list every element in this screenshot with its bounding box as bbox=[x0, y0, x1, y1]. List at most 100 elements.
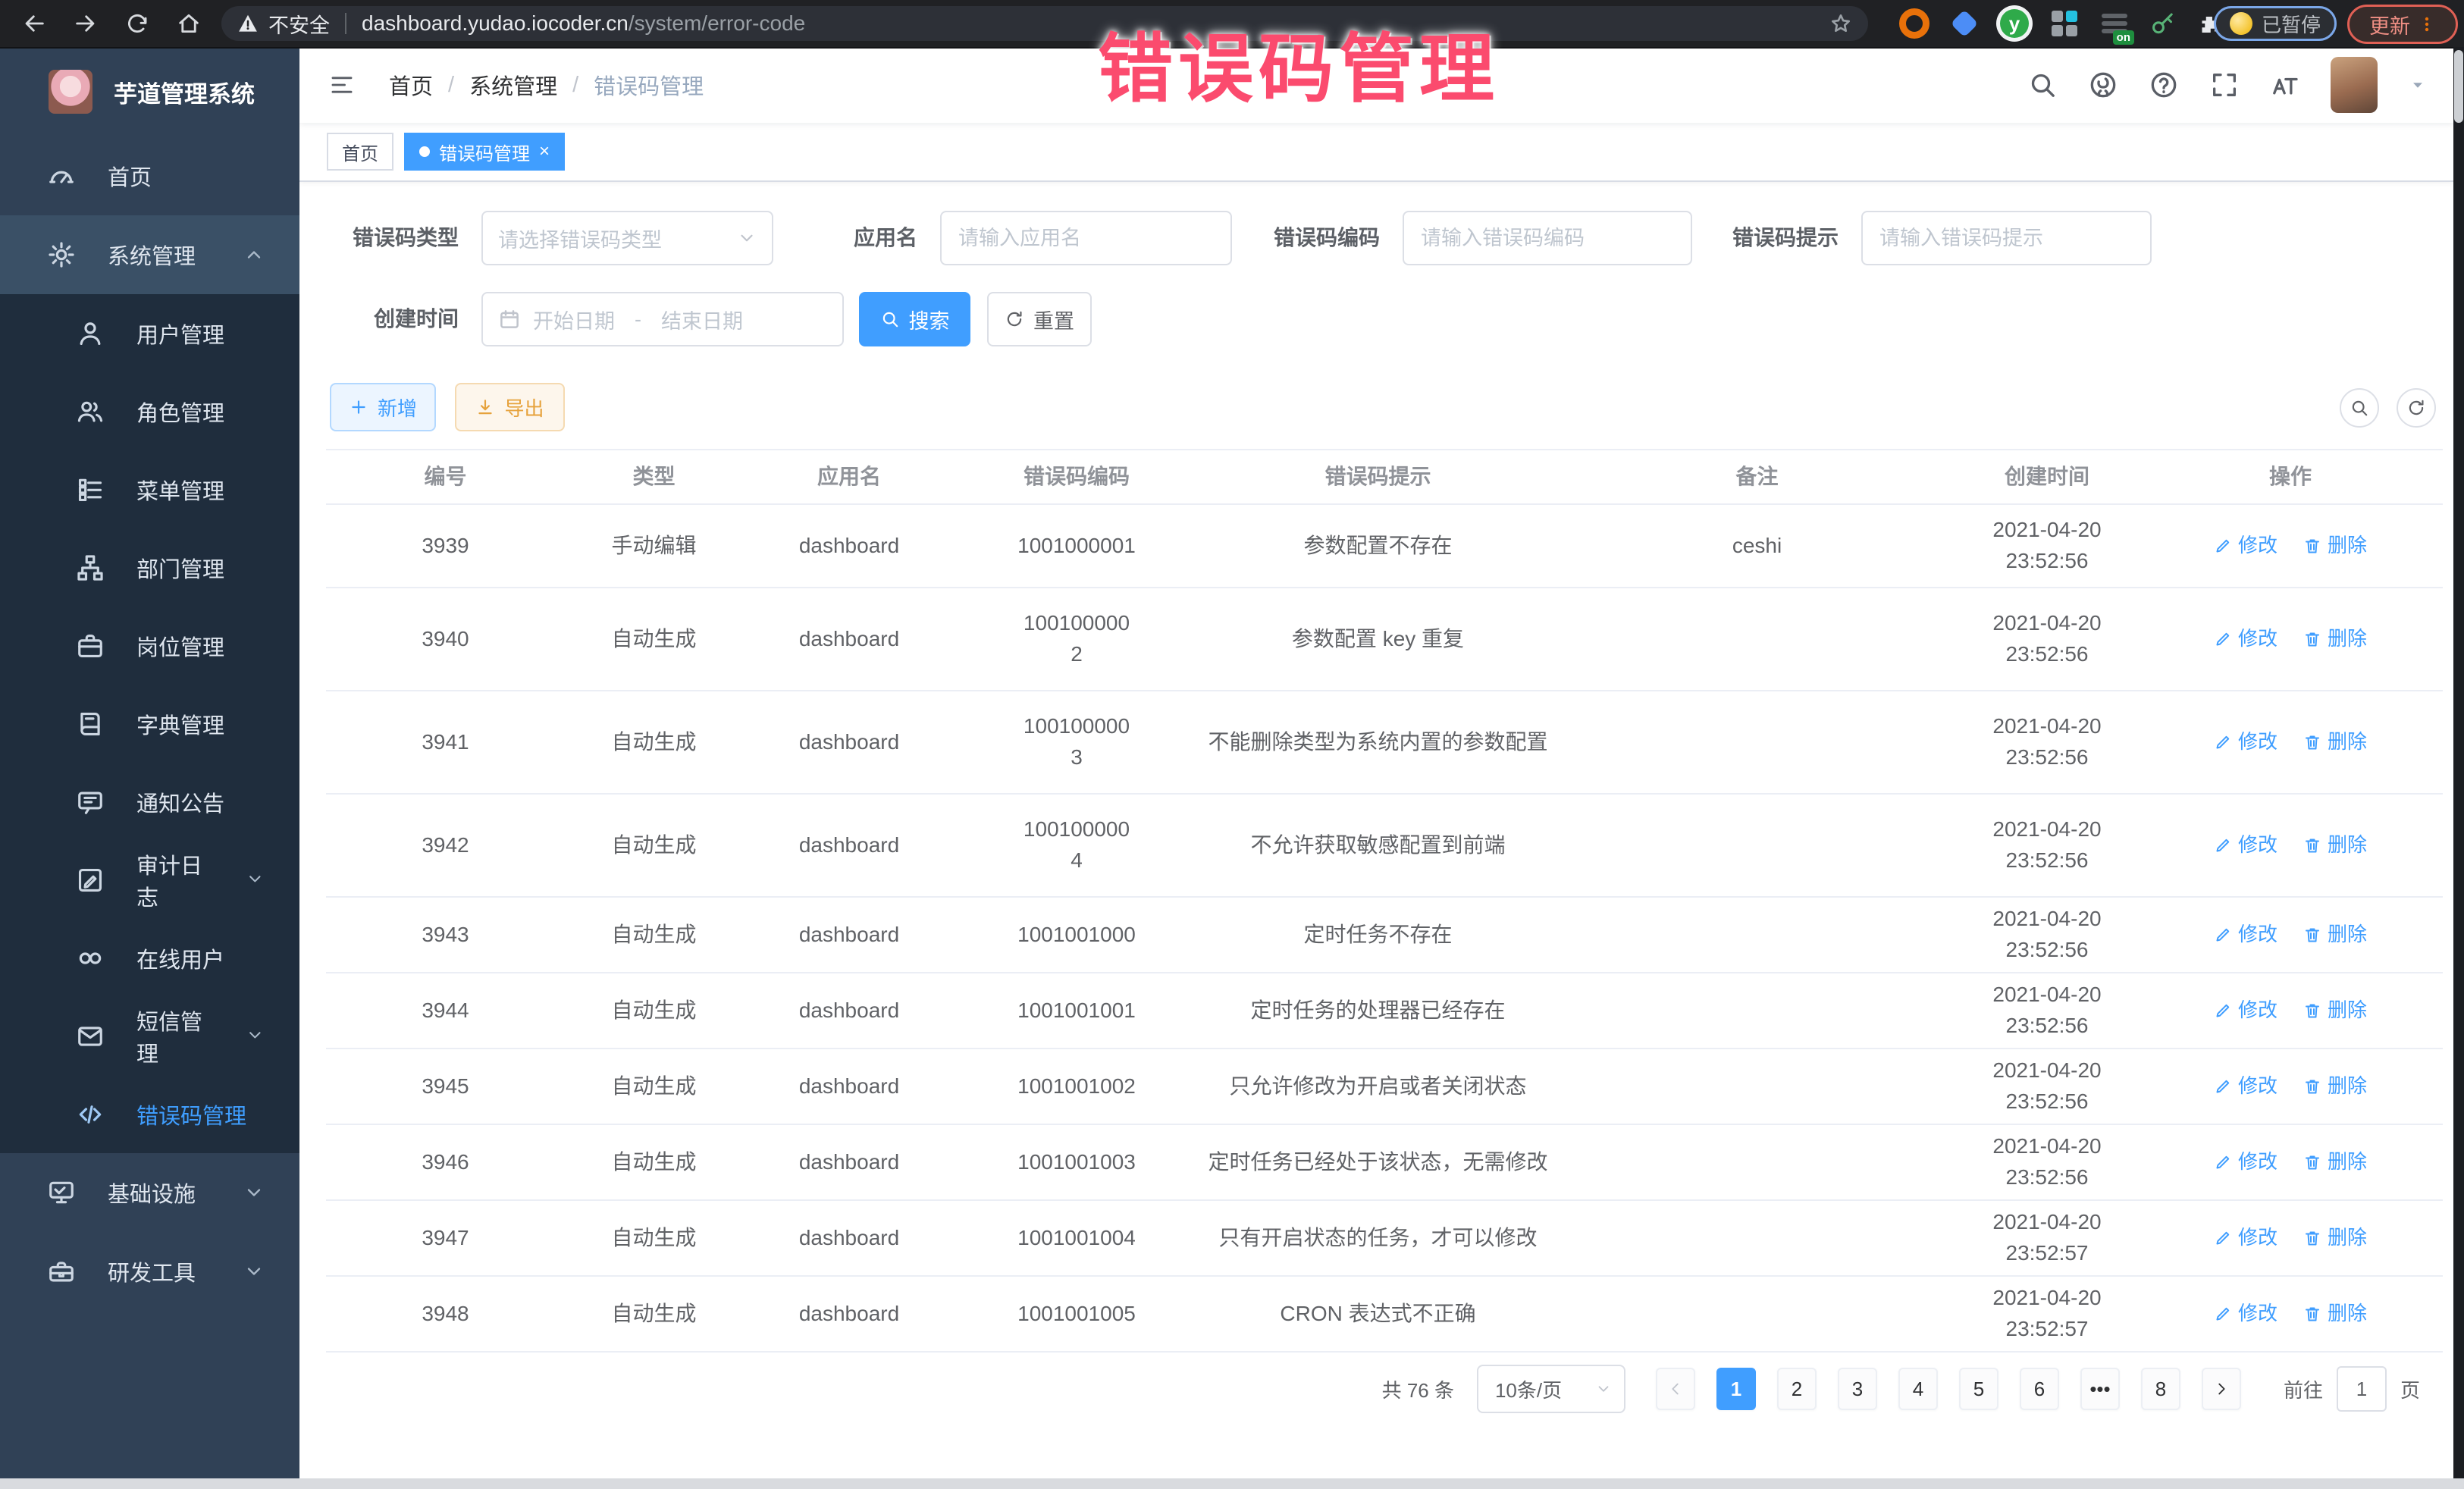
toggle-search-button[interactable] bbox=[2340, 388, 2379, 428]
forward-icon[interactable] bbox=[68, 6, 103, 41]
page-button-6[interactable]: 6 bbox=[2020, 1368, 2059, 1410]
fullscreen-icon[interactable] bbox=[2209, 70, 2240, 100]
page-button-2[interactable]: 2 bbox=[1777, 1368, 1817, 1410]
page-button-4[interactable]: 4 bbox=[1898, 1368, 1938, 1410]
extension-tampermonkey-icon[interactable]: on bbox=[2099, 8, 2130, 39]
bookmark-star-icon[interactable] bbox=[1829, 11, 1853, 36]
goto-page-input[interactable] bbox=[2337, 1366, 2387, 1412]
sidebar-item-在线用户[interactable]: 在线用户 bbox=[0, 919, 299, 997]
address-bar[interactable]: 不安全 dashboard.yudao.iocoder.cn/system/er… bbox=[221, 6, 1868, 41]
horizontal-scrollbar[interactable] bbox=[0, 1478, 2464, 1489]
prev-page-button[interactable] bbox=[1656, 1368, 1695, 1410]
breadcrumb-home[interactable]: 首页 bbox=[389, 69, 433, 101]
edit-link[interactable]: 修改 bbox=[2214, 531, 2277, 560]
sidebar-item-用户管理[interactable]: 用户管理 bbox=[0, 294, 299, 372]
extension-orange-icon[interactable] bbox=[1899, 8, 1930, 39]
profile-paused-badge[interactable]: 已暂停 bbox=[2214, 6, 2337, 41]
sidebar-item-角色管理[interactable]: 角色管理 bbox=[0, 372, 299, 450]
page-button-5[interactable]: 5 bbox=[1959, 1368, 1998, 1410]
edit-link[interactable]: 修改 bbox=[2214, 625, 2277, 654]
sidebar-item-错误码管理[interactable]: 错误码管理 bbox=[0, 1075, 299, 1153]
delete-link[interactable]: 删除 bbox=[2303, 1224, 2367, 1252]
add-button[interactable]: 新增 bbox=[330, 383, 436, 431]
page-button-8[interactable]: 8 bbox=[2141, 1368, 2180, 1410]
page-size-select[interactable]: 10条/页 bbox=[1477, 1365, 1625, 1413]
sidebar-item-审计日志[interactable]: 审计日志 bbox=[0, 841, 299, 919]
reload-icon[interactable] bbox=[120, 6, 155, 41]
extension-y-icon[interactable]: y bbox=[1999, 8, 2030, 39]
extension-key-icon[interactable] bbox=[2149, 10, 2177, 37]
cell-hint: 只有开启状态的任务，才可以修改 bbox=[1198, 1223, 1558, 1254]
page-more-button[interactable]: ••• bbox=[2080, 1368, 2120, 1410]
cell-app: dashboard bbox=[743, 1071, 955, 1102]
sidebar-item-岗位管理[interactable]: 岗位管理 bbox=[0, 607, 299, 685]
delete-link[interactable]: 删除 bbox=[2303, 1072, 2367, 1101]
tab-error-code[interactable]: 错误码管理 × bbox=[404, 133, 565, 171]
edit-link[interactable]: 修改 bbox=[2214, 1224, 2277, 1252]
sidebar-item-基础设施[interactable]: 基础设施 bbox=[0, 1153, 299, 1232]
github-icon[interactable] bbox=[2088, 70, 2118, 100]
error-code-input[interactable] bbox=[1419, 226, 1676, 251]
back-icon[interactable] bbox=[17, 6, 52, 41]
error-hint-input[interactable] bbox=[1878, 226, 2135, 251]
sidebar-item-字典管理[interactable]: 字典管理 bbox=[0, 685, 299, 763]
sidebar-item-菜单管理[interactable]: 菜单管理 bbox=[0, 450, 299, 528]
user-avatar[interactable] bbox=[2331, 57, 2378, 113]
page-button-3[interactable]: 3 bbox=[1838, 1368, 1877, 1410]
delete-link[interactable]: 删除 bbox=[2303, 920, 2367, 949]
browser-update-button[interactable]: 更新 bbox=[2347, 5, 2458, 44]
reset-button[interactable]: 重置 bbox=[987, 292, 1092, 346]
filter-time-label: 创建时间 bbox=[345, 292, 459, 346]
edit-link[interactable]: 修改 bbox=[2214, 1299, 2277, 1328]
dashboard-icon bbox=[47, 161, 76, 190]
sidebar-logo[interactable]: 芋道管理系统 bbox=[0, 47, 299, 136]
delete-link[interactable]: 删除 bbox=[2303, 728, 2367, 757]
error-type-select[interactable]: 请选择错误码类型 bbox=[481, 211, 773, 265]
home-icon[interactable] bbox=[171, 6, 206, 41]
sidebar-item-研发工具[interactable]: 研发工具 bbox=[0, 1232, 299, 1311]
tab-close-icon[interactable]: × bbox=[539, 143, 550, 161]
extension-gem-icon[interactable] bbox=[1949, 8, 1980, 39]
breadcrumb-system[interactable]: 系统管理 bbox=[469, 69, 557, 101]
vertical-scrollbar[interactable] bbox=[2453, 47, 2464, 1478]
extension-squares-icon[interactable] bbox=[2049, 8, 2080, 39]
calendar-icon bbox=[498, 308, 521, 331]
delete-link[interactable]: 删除 bbox=[2303, 1299, 2367, 1328]
edit-link[interactable]: 修改 bbox=[2214, 996, 2277, 1025]
avatar-caret-icon[interactable] bbox=[2408, 75, 2428, 95]
edit-link[interactable]: 修改 bbox=[2214, 1072, 2277, 1101]
sidebar-item-部门管理[interactable]: 部门管理 bbox=[0, 528, 299, 607]
vertical-scrollbar-thumb[interactable] bbox=[2454, 50, 2463, 123]
hamburger-icon[interactable] bbox=[327, 72, 357, 98]
date-range-picker[interactable]: 开始日期 - 结束日期 bbox=[481, 292, 844, 346]
delete-link[interactable]: 删除 bbox=[2303, 625, 2367, 654]
sidebar-item-短信管理[interactable]: 短信管理 bbox=[0, 997, 299, 1075]
tab-home[interactable]: 首页 bbox=[327, 133, 393, 171]
sidebar-item-通知公告[interactable]: 通知公告 bbox=[0, 763, 299, 841]
next-page-button[interactable] bbox=[2202, 1368, 2241, 1410]
cell-type: 自动生成 bbox=[565, 830, 743, 861]
help-icon[interactable] bbox=[2149, 70, 2179, 100]
search-button[interactable]: 搜索 bbox=[859, 292, 970, 346]
edit-link[interactable]: 修改 bbox=[2214, 728, 2277, 757]
delete-link[interactable]: 删除 bbox=[2303, 831, 2367, 860]
delete-link[interactable]: 删除 bbox=[2303, 531, 2367, 560]
refresh-table-button[interactable] bbox=[2397, 388, 2436, 428]
header-search-icon[interactable] bbox=[2027, 70, 2058, 100]
font-size-icon[interactable] bbox=[2270, 70, 2300, 100]
export-button[interactable]: 导出 bbox=[455, 383, 565, 431]
edit-link[interactable]: 修改 bbox=[2214, 920, 2277, 949]
cell-id: 3939 bbox=[326, 531, 565, 562]
edit-link[interactable]: 修改 bbox=[2214, 1148, 2277, 1177]
browser-menu-icon[interactable] bbox=[2418, 14, 2436, 35]
error-type-placeholder: 请选择错误码类型 bbox=[498, 224, 662, 253]
delete-link[interactable]: 删除 bbox=[2303, 1148, 2367, 1177]
app-name-input[interactable] bbox=[957, 226, 1215, 251]
table-row: 3946自动生成dashboard1001001003定时任务已经处于该状态，无… bbox=[326, 1125, 2443, 1201]
page-button-1[interactable]: 1 bbox=[1716, 1368, 1756, 1410]
sidebar-item-系统管理[interactable]: 系统管理 bbox=[0, 215, 299, 294]
delete-link[interactable]: 删除 bbox=[2303, 996, 2367, 1025]
sidebar-item-首页[interactable]: 首页 bbox=[0, 136, 299, 215]
edit-link[interactable]: 修改 bbox=[2214, 831, 2277, 860]
sidebar-item-label: 角色管理 bbox=[136, 396, 224, 428]
